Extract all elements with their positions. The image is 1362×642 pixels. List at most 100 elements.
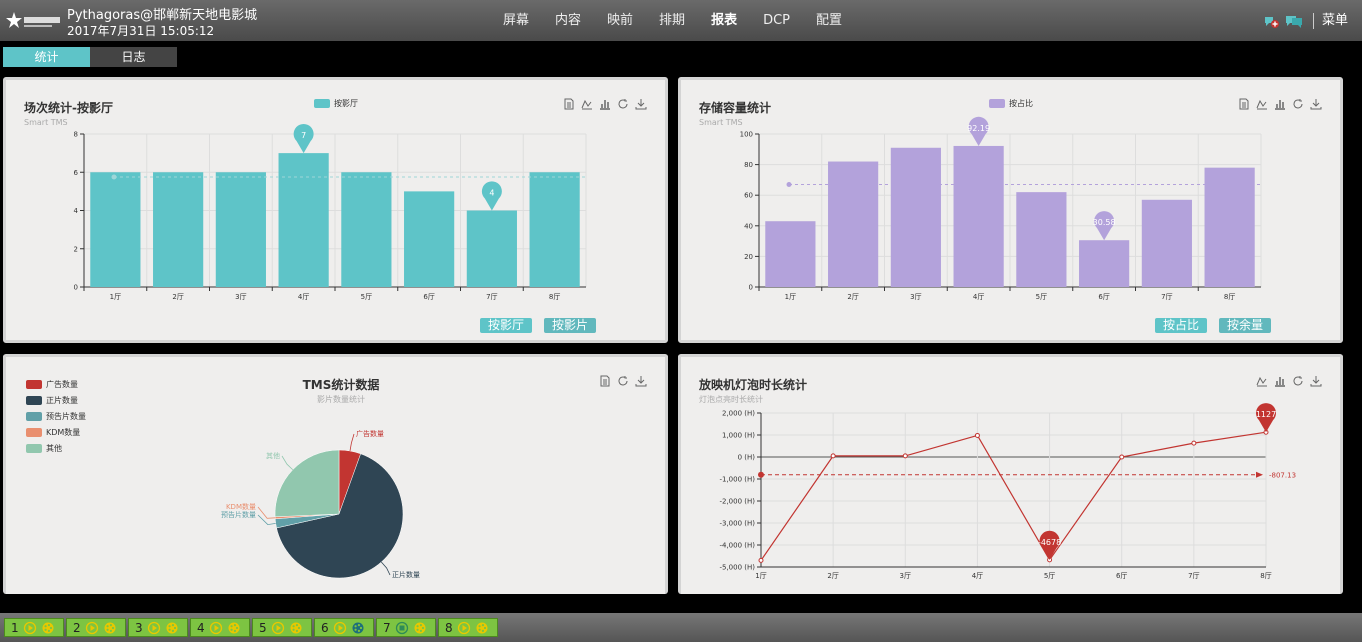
- nav-config[interactable]: 配置: [803, 0, 855, 41]
- x-tick-label: 5厅: [361, 293, 372, 301]
- sessions-bar-chart: 0 2 4 6 8 1厅 2厅 3厅 4厅 5厅 6厅 7厅 8厅 7 4: [74, 123, 587, 301]
- reel-hole: [354, 624, 357, 627]
- by-ratio-button[interactable]: 按占比: [1155, 318, 1207, 333]
- tab-statistics[interactable]: 统计: [3, 47, 90, 67]
- hall-status-7[interactable]: 7: [376, 618, 436, 637]
- y-tick-label: 0: [749, 284, 753, 292]
- reel-hole: [416, 624, 419, 627]
- bar: [1016, 192, 1067, 287]
- reel-hole: [168, 624, 171, 627]
- nav-dcp[interactable]: DCP: [750, 0, 803, 41]
- hall-status-2[interactable]: 2: [66, 618, 126, 637]
- bar: [153, 172, 204, 287]
- by-hall-button[interactable]: 按影厅: [480, 318, 532, 333]
- reel-hole: [295, 623, 298, 626]
- x-tick-label: 7厅: [1161, 293, 1172, 301]
- hall-status-5[interactable]: 5: [252, 618, 312, 637]
- pie-label: 广告数量: [356, 429, 384, 438]
- reel-hole: [233, 629, 236, 632]
- reel-hole: [109, 623, 112, 626]
- nav-screen[interactable]: 屏幕: [490, 0, 542, 41]
- hall-status-1[interactable]: 1: [4, 618, 64, 637]
- storage-bar-chart: 0 20 40 60 80 100 1厅 2厅 3厅 4厅 5厅 6厅 7厅 8厅 92.19 30.58: [740, 116, 1262, 301]
- reel-hole: [297, 626, 300, 629]
- reel-hole: [230, 624, 233, 627]
- x-tick-label: 8厅: [549, 293, 560, 301]
- pie-label: 预告片数量: [221, 510, 256, 519]
- pie-label-line: [349, 433, 355, 452]
- hall-number: 2: [73, 620, 81, 635]
- tab-logs[interactable]: 日志: [90, 47, 177, 67]
- reel-hole: [106, 624, 109, 627]
- reel-hole: [421, 626, 424, 629]
- pie-label-line: [281, 455, 294, 471]
- bar: [341, 172, 392, 287]
- x-tick-label: 4厅: [972, 572, 983, 580]
- hall-number: 6: [321, 620, 329, 635]
- line-point: [758, 557, 764, 563]
- reel-hole: [419, 623, 422, 626]
- y-tick-label: -4,000 (H): [719, 542, 755, 550]
- x-tick-label: 1厅: [785, 293, 796, 301]
- reel-hole: [292, 624, 295, 627]
- reel-hole: [416, 628, 419, 631]
- reel-hole: [44, 624, 47, 627]
- nav-schedule[interactable]: 排期: [646, 0, 698, 41]
- y-tick-label: -2,000 (H): [719, 498, 755, 506]
- chat-icon[interactable]: [1285, 13, 1303, 29]
- nav-content[interactable]: 内容: [542, 0, 594, 41]
- series-line: [760, 431, 1267, 562]
- y-tick-label: 100: [740, 131, 753, 139]
- by-remaining-button[interactable]: 按余量: [1219, 318, 1271, 333]
- markpoint-label: 4: [489, 189, 494, 198]
- play-icon: [90, 624, 95, 631]
- report-tabs: 统计 日志: [3, 47, 177, 67]
- panel-sessions-by-hall: 场次统计-按影厅 Smart TMS 按影厅 0 2 4 6 8 1厅 2厅 3厅 4厅 5厅 6厅…: [3, 77, 668, 343]
- x-tick-label: 2厅: [172, 293, 183, 301]
- average-dot: [758, 471, 764, 478]
- hall-number: 8: [445, 620, 453, 635]
- panel-storage-capacity: 存储容量统计 Smart TMS 按占比 0 20 40 60 80 100 1厅 2厅 3厅 4…: [678, 77, 1343, 343]
- reel-hole: [359, 626, 362, 629]
- x-tick-label: 1厅: [110, 293, 121, 301]
- y-tick-label: 2: [74, 245, 78, 253]
- x-tick-label: 4厅: [973, 293, 984, 301]
- y-tick-label: 80: [744, 161, 753, 169]
- hall-status-icons: [23, 621, 54, 634]
- y-tick-label: -5,000 (H): [719, 564, 755, 572]
- by-film-button[interactable]: 按影片: [544, 318, 596, 333]
- menu-button[interactable]: 菜单: [1312, 12, 1348, 29]
- reel-hole: [478, 628, 481, 631]
- hall-status-4[interactable]: 4: [190, 618, 250, 637]
- reel-hole: [171, 629, 174, 632]
- reel-hole: [111, 626, 114, 629]
- bar: [890, 147, 941, 287]
- reel-hole: [47, 629, 50, 632]
- nav-reports[interactable]: 报表: [698, 0, 750, 41]
- reel-hole: [354, 628, 357, 631]
- reel-hole: [173, 626, 176, 629]
- y-tick-label: -3,000 (H): [719, 520, 755, 528]
- x-tick-label: 2厅: [847, 293, 858, 301]
- hall-status-3[interactable]: 3: [128, 618, 188, 637]
- alert-icon[interactable]: [1263, 13, 1279, 29]
- x-tick-label: 6厅: [1116, 572, 1127, 580]
- y-tick-label: 60: [744, 192, 753, 200]
- hall-status-8[interactable]: 8: [438, 618, 498, 637]
- reel-hole: [419, 629, 422, 632]
- bar: [278, 153, 329, 287]
- bar: [529, 172, 580, 287]
- reel-hole: [44, 628, 47, 631]
- nav-preshow[interactable]: 映前: [594, 0, 646, 41]
- hall-status-6[interactable]: 6: [314, 618, 374, 637]
- y-tick-label: 8: [74, 131, 78, 139]
- bar: [215, 172, 266, 287]
- pie-label: 正片数量: [392, 570, 420, 579]
- x-tick-label: 2厅: [827, 572, 838, 580]
- y-tick-label: 2,000 (H): [722, 410, 755, 418]
- reel-hole: [478, 624, 481, 627]
- lamp-line-chart: 2,000 (H) 1,000 (H) 0 (H) -1,000 (H) -2,000 …: [719, 403, 1296, 580]
- hall-number: 4: [197, 620, 205, 635]
- y-tick-label: 4: [74, 207, 79, 215]
- x-tick-label: 3厅: [910, 293, 921, 301]
